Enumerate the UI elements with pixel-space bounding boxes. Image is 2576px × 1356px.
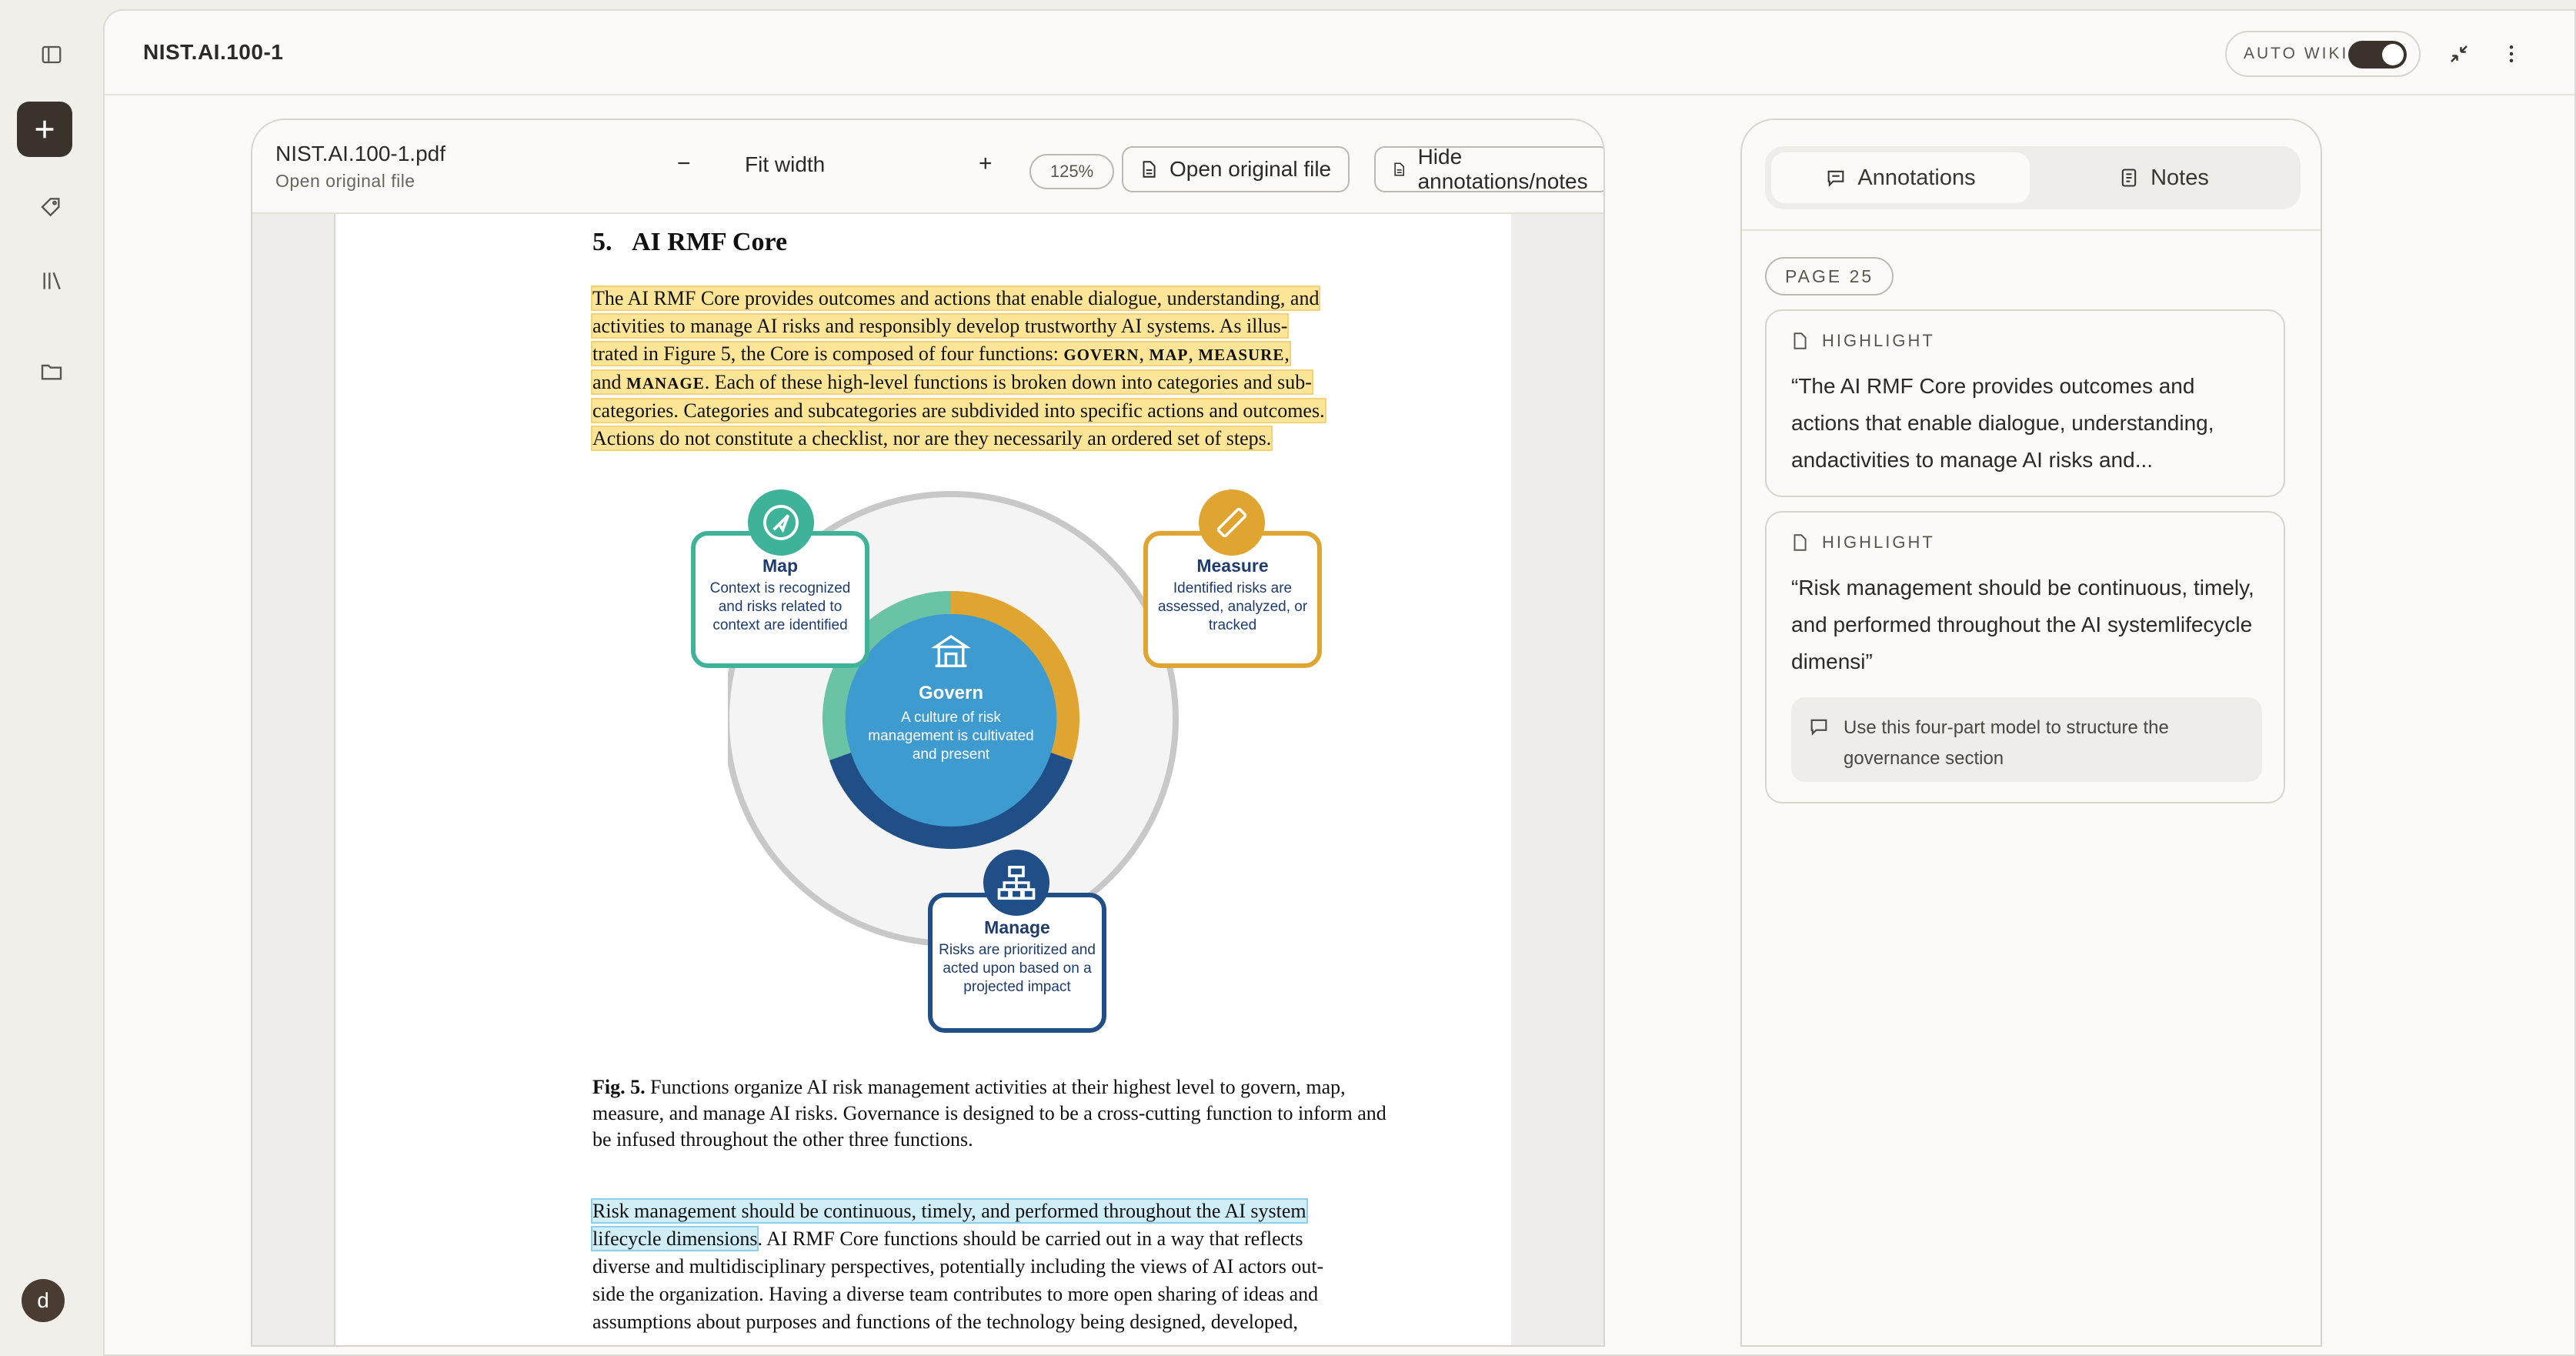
document-icon: [1394, 162, 1405, 176]
auto-wiki-label: AUTO WIKI: [2244, 45, 2349, 62]
section-heading: 5. AI RMF Core: [592, 228, 788, 256]
map-title: Map: [762, 556, 798, 576]
page-badge: PAGE 25: [1765, 257, 1894, 296]
fit-width-button[interactable]: Fit width: [745, 152, 825, 177]
zoom-in-button[interactable]: +: [979, 151, 993, 177]
hide-annotations-button[interactable]: Hide annotations/notes: [1374, 145, 1603, 193]
highlighted-paragraph[interactable]: The AI RMF Core provides outcomes and ac…: [590, 285, 1508, 453]
ai-rmf-core-figure: Govern A culture of risk management is c…: [691, 476, 1405, 1045]
page-title: NIST.AI.100-1: [143, 40, 284, 64]
more-options-icon[interactable]: [2496, 38, 2527, 69]
toggle-knob: [2382, 44, 2404, 65]
divider: [1742, 229, 2321, 231]
zoom-out-button[interactable]: −: [677, 151, 691, 177]
top-bar: NIST.AI.100-1 AUTO WIKI: [105, 11, 2574, 95]
pdf-page: 5. AI RMF Core The AI RMF Core provides …: [334, 214, 1511, 1345]
building-icon: [931, 634, 971, 667]
map-text: Context is recognized and risks related …: [709, 580, 851, 633]
govern-center: Govern A culture of risk management is c…: [863, 630, 1039, 764]
manage-text: Risks are prioritized and acted upon bas…: [939, 942, 1096, 995]
toggle-switch[interactable]: [2348, 41, 2407, 68]
comment-icon: [1828, 170, 1844, 187]
library-icon[interactable]: [23, 252, 80, 309]
annotation-quote: “The AI RMF Core provides outcomes and a…: [1791, 374, 2214, 472]
manage-title: Manage: [984, 917, 1050, 937]
panel-tabs: Annotations Notes: [1765, 146, 2301, 209]
comment-icon: [1810, 719, 1827, 736]
open-original-label: Open original file: [1170, 157, 1332, 181]
open-original-link[interactable]: Open original file: [275, 171, 415, 192]
paragraph-risk-management[interactable]: Risk management should be continuous, ti…: [590, 1197, 1508, 1336]
navigation-icon: [748, 489, 814, 556]
pdf-toolbar: NIST.AI.100-1.pdf Open original file − F…: [252, 120, 1603, 214]
pdf-viewer: NIST.AI.100-1.pdf Open original file − F…: [251, 119, 1605, 1347]
plus-icon: [35, 120, 54, 139]
govern-text: A culture of risk management is cultivat…: [868, 710, 1034, 763]
folder-icon[interactable]: [23, 343, 80, 400]
ruler-icon: [1199, 489, 1265, 556]
document-icon: [1143, 161, 1156, 178]
govern-title: Govern: [918, 683, 984, 703]
notes-icon: [2121, 169, 2137, 187]
auto-wiki-toggle[interactable]: AUTO WIKI: [2225, 31, 2421, 77]
tab-annotations[interactable]: Annotations: [1771, 152, 2030, 203]
annotation-header: HIGHLIGHT: [1790, 533, 1935, 553]
tags-icon[interactable]: [23, 179, 80, 235]
pdf-file-name: NIST.AI.100-1.pdf: [275, 142, 446, 165]
annotation-quote: “Risk management should be continuous, t…: [1791, 576, 2254, 673]
annotation-header: HIGHLIGHT: [1790, 331, 1935, 351]
hide-annotations-label: Hide annotations/notes: [1417, 145, 1588, 193]
sidebar-toggle-icon[interactable]: [23, 26, 80, 83]
measure-title: Measure: [1196, 556, 1269, 576]
annotation-note[interactable]: Use this four-part model to structure th…: [1791, 697, 2262, 782]
open-original-button[interactable]: Open original file: [1122, 146, 1350, 192]
zoom-level[interactable]: 125%: [1029, 154, 1114, 189]
hierarchy-icon: [983, 850, 1049, 916]
avatar[interactable]: d: [22, 1279, 65, 1322]
figure-caption: Fig. 5. Functions organize AI risk manag…: [592, 1076, 1386, 1151]
tab-notes[interactable]: Notes: [2034, 152, 2293, 203]
annotation-card[interactable]: HIGHLIGHT “Risk management should be con…: [1765, 511, 2285, 803]
document-icon: [1794, 332, 1807, 349]
collapse-icon[interactable]: [2444, 38, 2474, 69]
new-item-button[interactable]: [17, 102, 72, 157]
document-icon: [1794, 534, 1807, 551]
pdf-page-area[interactable]: 5. AI RMF Core The AI RMF Core provides …: [252, 214, 1603, 1345]
annotations-panel: Annotations Notes PAGE 25 HIGHLIGHT “The…: [1740, 119, 2322, 1347]
measure-text: Identified risks are assessed, analyzed,…: [1157, 580, 1308, 633]
left-rail: d: [0, 0, 103, 1356]
annotation-card[interactable]: HIGHLIGHT “The AI RMF Core provides outc…: [1765, 309, 2285, 497]
